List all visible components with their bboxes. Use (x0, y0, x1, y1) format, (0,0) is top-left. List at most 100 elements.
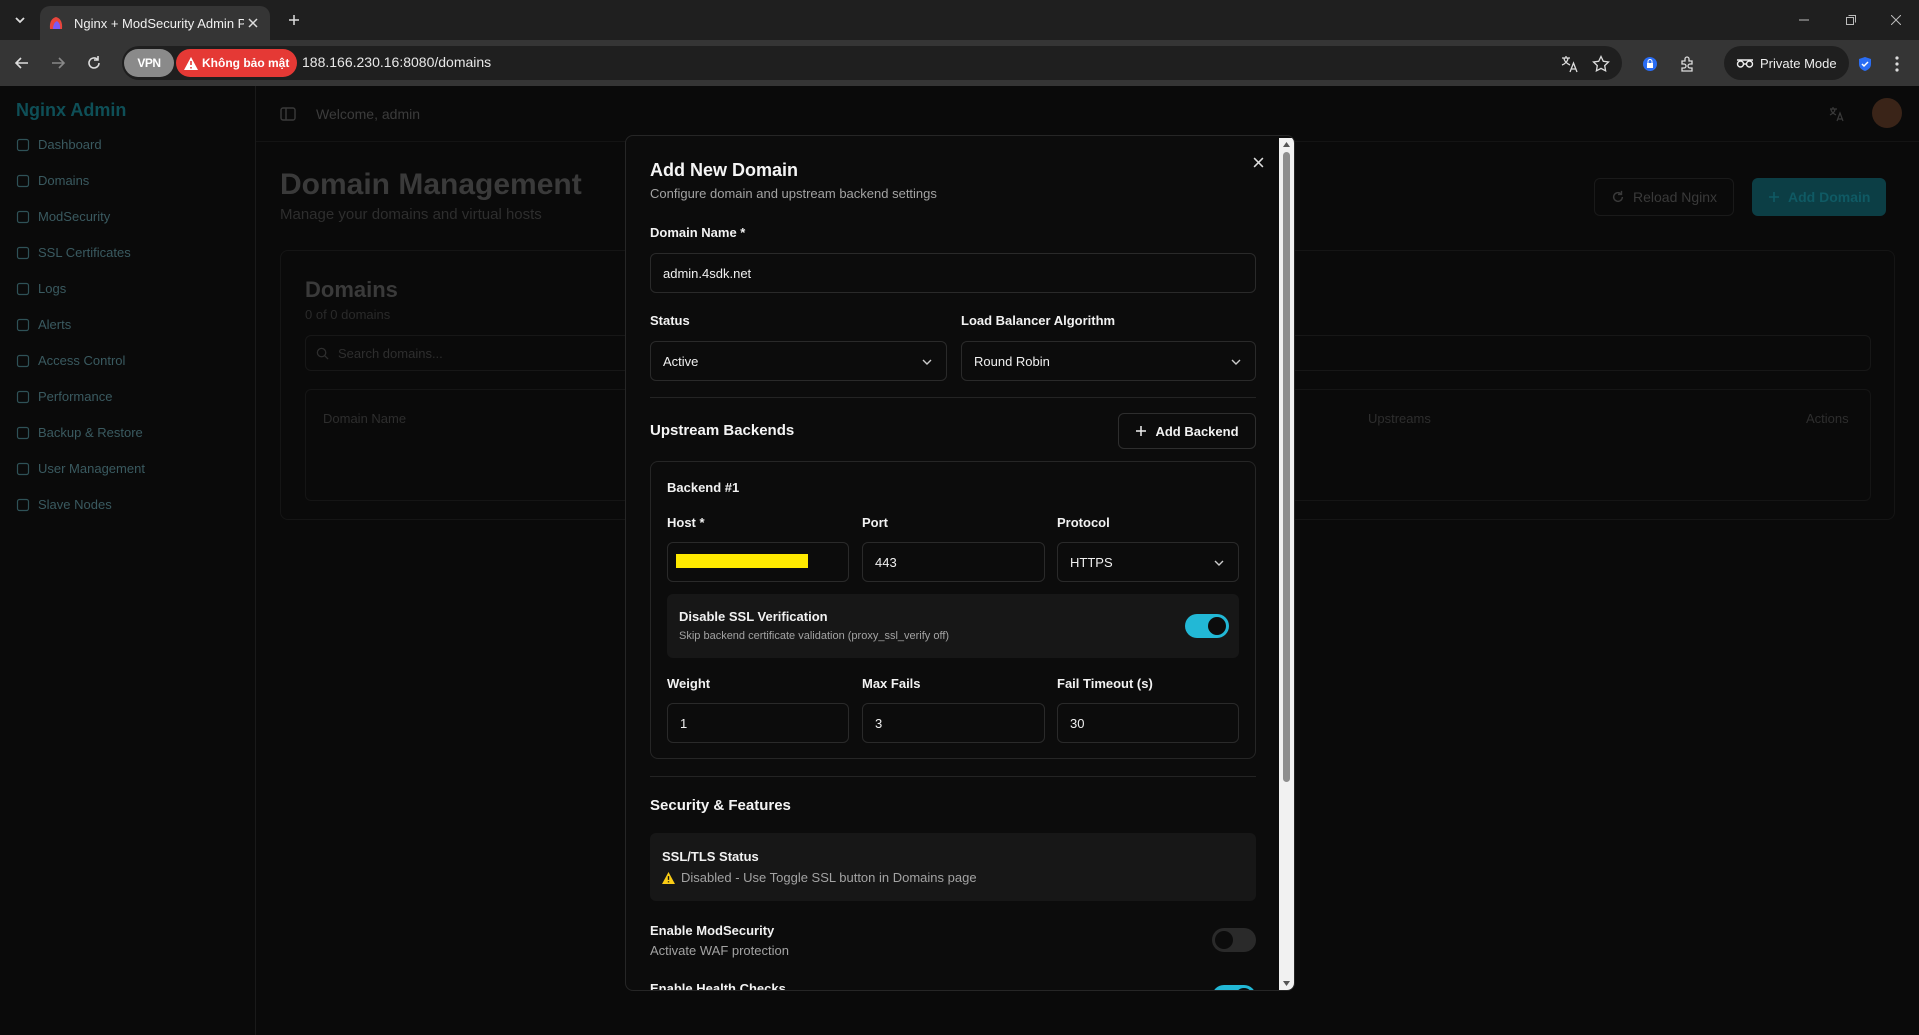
status-select[interactable]: Active (650, 341, 947, 381)
tab-list-button[interactable] (8, 8, 32, 32)
back-button[interactable] (10, 51, 34, 75)
modsecurity-toggle[interactable] (1212, 928, 1256, 952)
sidebar-item-domains[interactable]: Domains (16, 173, 89, 188)
url-text[interactable]: 188.166.230.16:8080/domains (302, 54, 491, 70)
plus-icon (1769, 192, 1779, 202)
port-label: Port (862, 515, 888, 530)
toggle-knob (1215, 931, 1233, 949)
add-backend-label: Add Backend (1155, 423, 1239, 439)
sidebar-toggle-icon[interactable] (280, 106, 296, 122)
scroll-down-icon[interactable] (1282, 979, 1291, 988)
refresh-icon (1612, 190, 1624, 203)
incognito-icon (1736, 59, 1754, 68)
minimize-icon (1799, 19, 1809, 21)
close-icon (1891, 15, 1901, 25)
add-domain-label: Add Domain (1788, 189, 1871, 205)
restore-button[interactable] (1839, 8, 1863, 32)
minimize-button[interactable] (1792, 8, 1816, 32)
modal-close-button[interactable] (1246, 150, 1270, 174)
more-menu-icon[interactable] (1886, 53, 1908, 75)
sidebar-item-backup-restore[interactable]: Backup & Restore (16, 425, 143, 440)
protocol-select[interactable]: HTTPS (1057, 542, 1239, 582)
health-checks-toggle[interactable] (1212, 985, 1256, 990)
domain-name-input[interactable]: admin.4sdk.net (650, 253, 1256, 293)
brand-logo-text[interactable]: Nginx Admin (16, 100, 126, 121)
chevron-down-icon (1231, 359, 1241, 365)
scroll-thumb[interactable] (1283, 152, 1290, 782)
add-backend-button[interactable]: Add Backend (1118, 413, 1256, 449)
sidebar-item-access-control[interactable]: Access Control (16, 353, 125, 368)
refresh-icon (88, 56, 100, 69)
ssl-status-line: Disabled - Use Toggle SSL button in Doma… (662, 870, 977, 885)
language-icon[interactable] (1828, 106, 1844, 122)
sidebar-item-user-management[interactable]: User Management (16, 461, 145, 476)
new-tab-button[interactable] (282, 8, 306, 32)
activity-icon (16, 390, 30, 404)
sidebar-item-label: Performance (38, 389, 113, 404)
extensions-icon[interactable] (1677, 53, 1699, 75)
ssl-status-text: Disabled - Use Toggle SSL button in Doma… (681, 870, 977, 885)
tab-close-icon[interactable] (244, 14, 262, 32)
forward-button[interactable] (46, 51, 70, 75)
reload-button[interactable] (82, 51, 106, 75)
sidebar-item-dashboard[interactable]: Dashboard (16, 137, 102, 152)
chevron-down-icon (922, 359, 932, 365)
sidebar-item-alerts[interactable]: Alerts (16, 317, 71, 332)
not-secure-badge[interactable]: Không bảo mật (176, 49, 298, 77)
weight-input[interactable]: 1 (667, 703, 849, 743)
modsecurity-description: Activate WAF protection (650, 943, 789, 958)
toggle-knob (1235, 988, 1253, 990)
sidebar-item-slave-nodes[interactable]: Slave Nodes (16, 497, 112, 512)
app-topbar: Welcome, admin (256, 86, 1919, 142)
host-input[interactable] (667, 542, 849, 582)
ssl-verification-row: Disable SSL Verification Skip backend ce… (667, 594, 1239, 658)
toggle-knob (1208, 617, 1226, 635)
tab-title: Nginx + ModSecurity Admin Pa (74, 15, 244, 31)
protocol-label: Protocol (1057, 515, 1110, 530)
warning-icon (662, 871, 675, 884)
private-mode-badge[interactable]: Private Mode (1724, 46, 1849, 80)
sidebar-item-modsecurity[interactable]: ModSecurity (16, 209, 110, 224)
fail-timeout-input[interactable]: 30 (1057, 703, 1239, 743)
plus-icon (1136, 426, 1147, 436)
reload-nginx-button[interactable]: Reload Nginx (1594, 178, 1735, 216)
browser-tab[interactable]: Nginx + ModSecurity Admin Pa (40, 6, 270, 40)
address-bar[interactable]: VPN Không bảo mật 188.166.230.16:8080/do… (122, 46, 1622, 80)
max-fails-input[interactable]: 3 (862, 703, 1045, 743)
fail-timeout-value: 30 (1070, 715, 1085, 731)
sidebar-item-performance[interactable]: Performance (16, 389, 112, 404)
favicon-icon (49, 17, 63, 29)
modal-scrollbar[interactable] (1279, 138, 1294, 990)
bookmark-star-icon[interactable] (1590, 53, 1612, 75)
port-input[interactable]: 443 (862, 542, 1045, 582)
redacted-host (676, 554, 808, 568)
th-domain-name: Domain Name (323, 411, 407, 426)
globe-icon (16, 174, 30, 188)
warning-icon (184, 56, 198, 70)
sidebar-item-label: User Management (38, 461, 145, 476)
restore-icon (1846, 15, 1856, 25)
password-extension-icon[interactable] (1639, 53, 1661, 75)
sidebar-item-ssl-certificates[interactable]: SSL Certificates (16, 245, 131, 260)
sidebar-item-logs[interactable]: Logs (16, 281, 66, 296)
translate-icon[interactable] (1558, 53, 1580, 75)
avatar[interactable] (1872, 98, 1902, 128)
ssl-status-box: SSL/TLS Status Disabled - Use Toggle SSL… (650, 833, 1256, 901)
ssl-verify-toggle[interactable] (1185, 614, 1229, 638)
lock-icon (16, 246, 30, 260)
scroll-up-icon[interactable] (1282, 140, 1291, 149)
close-window-button[interactable] (1884, 8, 1908, 32)
ssl-verify-title: Disable SSL Verification (679, 609, 828, 624)
shield-icon (16, 210, 30, 224)
arrow-right-icon (52, 57, 66, 69)
security-features-title: Security & Features (650, 797, 791, 814)
lb-algorithm-select[interactable]: Round Robin (961, 341, 1256, 381)
domains-card-title: Domains (305, 277, 398, 302)
protocol-value: HTTPS (1070, 554, 1113, 570)
add-domain-button[interactable]: Add Domain (1752, 178, 1887, 216)
private-mode-label: Private Mode (1760, 55, 1837, 71)
chevron-down-icon (1214, 560, 1224, 566)
shield-check-icon[interactable] (1854, 53, 1876, 75)
sidebar-item-label: Backup & Restore (38, 425, 143, 440)
vpn-badge[interactable]: VPN (124, 49, 174, 77)
